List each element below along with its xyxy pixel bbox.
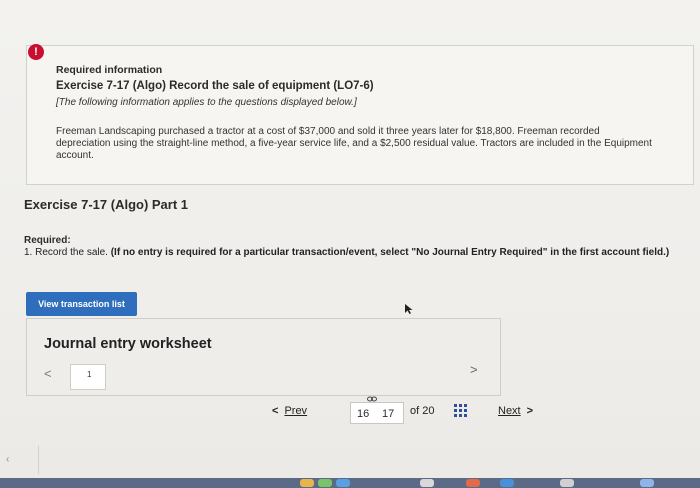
required-information-heading: Required information — [56, 64, 163, 76]
taskbar-app-icon[interactable] — [318, 479, 332, 487]
next-button[interactable]: Next > — [498, 405, 533, 417]
worksheet-next-icon[interactable]: > — [470, 362, 478, 377]
link-icon — [367, 395, 377, 404]
required-label: Required: — [24, 235, 71, 246]
taskbar-app-icon[interactable] — [560, 479, 574, 487]
exercise-title: Exercise 7-17 (Algo) Record the sale of … — [56, 80, 374, 92]
worksheet-page-tab[interactable]: 1 — [70, 364, 106, 390]
taskbar-app-icon[interactable] — [300, 479, 314, 487]
taskbar-app-icon[interactable] — [500, 479, 514, 487]
required-text-bold: (If no entry is required for a particula… — [110, 247, 670, 258]
taskbar-app-icon[interactable] — [466, 479, 480, 487]
grid-icon[interactable] — [454, 404, 468, 418]
chevron-left-icon: < — [272, 405, 279, 417]
question-page-selector[interactable]: 16 17 — [350, 396, 404, 424]
worksheet-prev-icon[interactable]: < — [44, 366, 52, 381]
sidebar-chevron-icon[interactable]: ‹ — [6, 454, 9, 465]
taskbar — [0, 478, 700, 488]
prev-label: Prev — [284, 405, 308, 417]
next-label: Next — [498, 405, 521, 417]
problem-description: Freeman Landscaping purchased a tractor … — [56, 126, 652, 161]
info-note: [The following information applies to th… — [56, 97, 357, 108]
taskbar-app-icon[interactable] — [336, 479, 350, 487]
current-question-number[interactable]: 16 — [357, 408, 369, 420]
prev-button[interactable]: < Prev — [272, 405, 307, 417]
view-transaction-list-button[interactable]: View transaction list — [26, 292, 137, 316]
next-question-number[interactable]: 17 — [382, 408, 394, 420]
question-total: of 20 — [410, 405, 435, 417]
mouse-cursor-icon — [404, 303, 414, 318]
alert-icon: ! — [28, 44, 44, 60]
part-title: Exercise 7-17 (Algo) Part 1 — [24, 197, 189, 212]
divider — [38, 446, 39, 474]
taskbar-app-icon[interactable] — [420, 479, 434, 487]
taskbar-app-icon[interactable] — [640, 479, 654, 487]
journal-worksheet-title: Journal entry worksheet — [44, 336, 212, 352]
chevron-right-icon: > — [526, 405, 534, 417]
required-text-plain: 1. Record the sale. — [24, 247, 111, 258]
required-instructions: 1. Record the sale. (If no entry is requ… — [24, 247, 696, 259]
